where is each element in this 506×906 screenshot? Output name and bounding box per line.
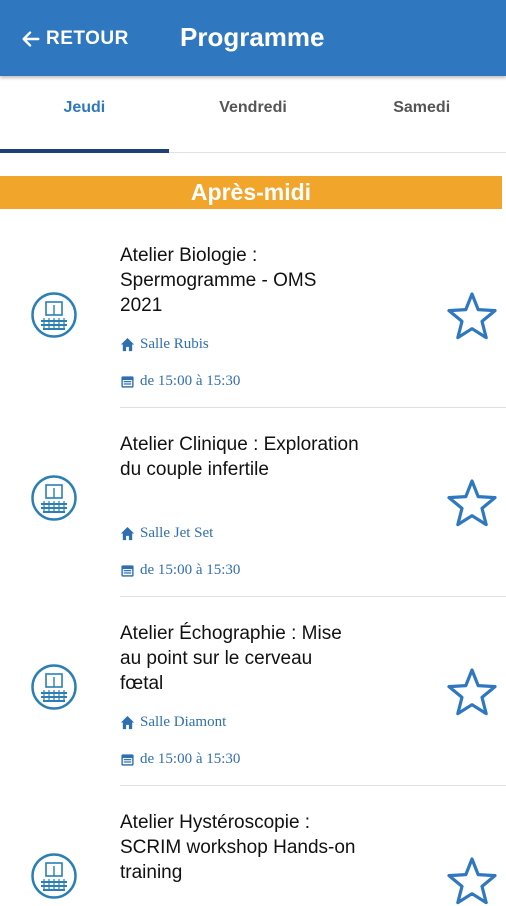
arrow-left-icon [22,31,40,47]
tab-vendredi[interactable]: Vendredi [169,76,338,152]
time-label: de 15:00 à 15:30 [140,373,241,389]
home-icon [120,526,135,541]
app-header: RETOUR Programme [0,0,506,76]
session-room: Salle Jet Set [120,525,213,542]
session-time: de 15:00 à 15:30 [120,751,240,768]
star-outline-icon[interactable] [446,667,498,717]
session-title: Atelier Biologie : Spermogramme - OMS 20… [120,245,317,316]
workshop-icon [31,475,77,521]
room-label: Salle Rubis [140,336,209,352]
calendar-icon [121,754,134,766]
workshop-icon [31,853,77,899]
workshop-icon [31,292,77,338]
session-title: Atelier Hystéroscopie : SCRIM workshop H… [120,812,356,883]
page-title: Programme [180,22,325,52]
calendar-icon [121,565,134,577]
tab-samedi[interactable]: Samedi [337,76,506,152]
workshop-icon [31,664,77,710]
section-header: Après-midi [0,176,502,209]
session-item[interactable]: Atelier Clinique : Exploration du couple… [0,398,506,597]
session-title: Atelier Clinique : Exploration du couple… [120,434,359,480]
session-item[interactable]: Atelier Biologie : Spermogramme - OMS 20… [0,209,506,408]
calendar-icon [121,376,134,388]
session-room: Salle Diamont [120,714,226,731]
back-label: RETOUR [46,28,129,49]
star-outline-icon[interactable] [446,291,498,341]
star-outline-icon[interactable] [446,478,498,528]
home-icon [120,337,135,352]
session-item[interactable]: Atelier Hystéroscopie : SCRIM workshop H… [0,776,506,905]
day-tabs: Jeudi Vendredi Samedi [0,76,506,153]
back-button[interactable]: RETOUR [20,24,129,54]
room-label: Salle Jet Set [140,525,214,541]
tab-jeudi[interactable]: Jeudi [0,76,169,153]
star-outline-icon[interactable] [446,856,498,906]
home-icon [120,715,135,730]
room-label: Salle Diamont [140,714,227,730]
session-time: de 15:00 à 15:30 [120,562,240,579]
time-label: de 15:00 à 15:30 [140,562,241,578]
session-title: Atelier Échographie : Mise au point sur … [120,623,342,694]
time-label: de 15:00 à 15:30 [140,751,241,767]
session-room: Salle Rubis [120,336,209,353]
session-item[interactable]: Atelier Échographie : Mise au point sur … [0,587,506,786]
session-time: de 15:00 à 15:30 [120,373,240,390]
